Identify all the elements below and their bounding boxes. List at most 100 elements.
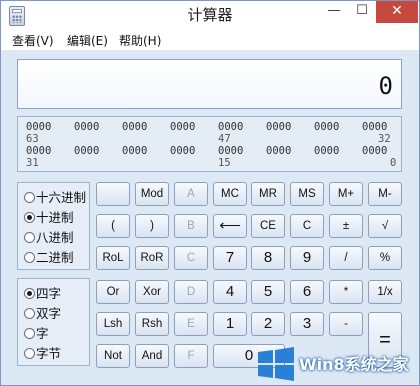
menu-help[interactable]: 帮助(H) [119,32,161,49]
bit-group: 0000 [170,121,196,133]
clear-key[interactable]: C [290,214,324,238]
bit-display: 0000 0000 0000 0000 0000 0000 0000 0000 … [17,116,402,172]
subtract-key[interactable]: - [329,312,363,336]
windows-logo-icon [258,347,294,381]
digit-3-key[interactable]: 3 [290,312,324,336]
memory-recall-key[interactable]: MR [251,182,285,206]
bit-position: 0 [390,157,397,169]
digit-6-key[interactable]: 6 [290,280,324,304]
rotate-left-key[interactable]: RoL [96,246,130,270]
radio-qword-label: 四字 [36,286,62,301]
mod-key[interactable]: Mod [135,182,169,206]
watermark-text: Win8系统之家 [299,355,409,374]
square-root-key[interactable]: √ [368,214,402,238]
hex-a-key[interactable]: A [174,182,208,206]
word-size-group: 四字 双字 字 字节 [17,278,90,366]
radio-button-icon [24,328,35,339]
radio-button-icon [24,192,35,203]
hex-c-key[interactable]: C [174,246,208,270]
divide-key[interactable]: / [329,246,363,270]
bit-position: 31 [26,157,39,169]
hex-e-key[interactable]: E [174,312,208,336]
radio-button-icon [24,348,35,359]
digit-7-key[interactable]: 7 [213,246,247,270]
radio-hex[interactable]: 十六进制 [24,187,86,205]
bit-group: 0000 [266,145,292,157]
bit-group: 0000 [122,121,148,133]
xor-key[interactable]: Xor [135,280,169,304]
digit-9-key[interactable]: 9 [290,246,324,270]
right-paren-key[interactable]: ) [135,214,169,238]
radio-qword[interactable]: 四字 [24,283,61,301]
close-button[interactable]: ✕ [376,1,418,23]
radio-word-label: 字 [36,326,49,341]
memory-subtract-key[interactable]: M- [368,182,402,206]
number-base-group: 十六进制 十进制 八进制 二进制 [17,182,90,270]
bit-position: 15 [218,157,231,169]
radio-bin[interactable]: 二进制 [24,247,74,265]
radio-button-checked-icon [24,288,35,299]
digit-2-key[interactable]: 2 [251,312,285,336]
radio-byte-label: 字节 [36,346,62,361]
radio-dec-label: 十进制 [36,210,74,225]
radio-oct-label: 八进制 [36,230,74,245]
bit-position: 47 [218,133,231,145]
bit-group: 0000 [170,145,196,157]
bit-position: 32 [378,133,391,145]
minimize-button[interactable]: — [320,1,348,23]
bit-group: 0000 [74,121,100,133]
radio-dword-label: 双字 [36,306,62,321]
result-display: 0 [17,59,402,109]
radio-oct[interactable]: 八进制 [24,227,74,245]
memory-add-key[interactable]: M+ [329,182,363,206]
calculator-window: 计算器 — ☐ ✕ 查看(V) 编辑(E) 帮助(H) 0 0000 0000 … [0,0,420,386]
radio-hex-label: 十六进制 [36,190,87,205]
not-key[interactable]: Not [96,344,130,368]
digit-8-key[interactable]: 8 [251,246,285,270]
memory-store-key[interactable]: MS [290,182,324,206]
radio-button-icon [24,252,35,263]
percent-key[interactable]: % [368,246,402,270]
or-key[interactable]: Or [96,280,130,304]
multiply-key[interactable]: * [329,280,363,304]
digit-1-key[interactable]: 1 [213,312,247,336]
bit-group: 0000 [266,121,292,133]
clear-entry-key[interactable]: CE [251,214,285,238]
digit-4-key[interactable]: 4 [213,280,247,304]
reciprocal-key[interactable]: 1/x [368,280,402,304]
hex-d-key[interactable]: D [174,280,208,304]
left-shift-key[interactable]: Lsh [96,312,130,336]
right-shift-key[interactable]: Rsh [135,312,169,336]
bit-position: 63 [26,133,39,145]
menu-edit[interactable]: 编辑(E) [67,32,108,49]
radio-button-icon [24,232,35,243]
title-bar: 计算器 — ☐ ✕ [1,1,419,30]
rotate-right-key[interactable]: RoR [135,246,169,270]
hex-f-key[interactable]: F [174,344,208,368]
radio-dec[interactable]: 十进制 [24,207,74,225]
menu-view[interactable]: 查看(V) [12,32,54,49]
bit-group: 0000 [218,145,244,157]
digit-5-key[interactable]: 5 [251,280,285,304]
bit-group: 0000 [218,121,244,133]
radio-button-icon [24,308,35,319]
and-key[interactable]: And [135,344,169,368]
blank-key [96,182,130,206]
bit-group: 0000 [74,145,100,157]
bit-group: 0000 [314,121,340,133]
menu-bar: 查看(V) 编辑(E) 帮助(H) [1,30,419,50]
left-paren-key[interactable]: ( [96,214,130,238]
plus-minus-key[interactable]: ± [329,214,363,238]
bit-group: 0000 [362,145,388,157]
hex-b-key[interactable]: B [174,214,208,238]
radio-button-checked-icon [24,212,35,223]
maximize-button[interactable]: ☐ [348,1,376,23]
radio-byte[interactable]: 字节 [24,343,61,361]
memory-clear-key[interactable]: MC [213,182,247,206]
site-watermark: Win8系统之家 [253,343,419,383]
radio-dword[interactable]: 双字 [24,303,61,321]
bit-group: 0000 [26,121,52,133]
display-value: 0 [378,72,393,100]
radio-word[interactable]: 字 [24,323,49,341]
backspace-key[interactable]: ⟵ [213,214,247,238]
